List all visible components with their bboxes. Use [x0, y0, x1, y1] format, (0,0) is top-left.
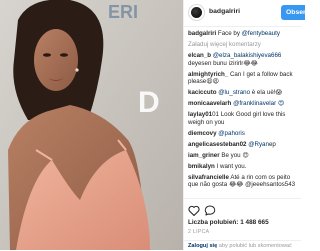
user-avatar[interactable] — [188, 4, 205, 21]
comment-user[interactable]: diemcovy — [188, 130, 217, 137]
comment-user[interactable]: kaciccuto — [188, 89, 217, 96]
comment: diemcovy @pahoris — [188, 130, 298, 138]
comment-user[interactable]: laylay01 — [188, 111, 212, 118]
comment-mention[interactable]: @franklinavelar 😍 — [233, 100, 284, 107]
svg-text:D: D — [138, 86, 160, 119]
comment-mention[interactable]: @pahoris — [218, 130, 245, 137]
comment-user[interactable]: elcan_b — [188, 52, 211, 59]
comment: laylay0101 Look Good girl love this weig… — [188, 111, 298, 126]
comment: iam_griner Be you 😍 — [188, 152, 298, 160]
comment-text: Be you 😍 — [219, 151, 249, 159]
comment-text: deyesen bunu izirirlr😂😂 — [188, 59, 258, 67]
comment: bmikalyn I want you. — [188, 163, 298, 171]
login-prompt: Zaloguj się aby polubić lub skomentować — [184, 240, 301, 251]
comment-text: è ela uè!😱 — [250, 89, 282, 97]
post-panel: badgalriri Obser badgalriri Face by @fen… — [183, 0, 305, 251]
follow-button[interactable]: Obser — [281, 5, 305, 20]
comment-user[interactable]: bmikalyn — [188, 163, 215, 170]
comment-user[interactable]: almightyrich_ — [188, 71, 228, 78]
login-link[interactable]: Zaloguj się — [188, 243, 217, 249]
comment-text: ep — [268, 140, 276, 148]
caption: badgalriri Face by @fentybeauty — [188, 30, 298, 38]
comments-list: badgalriri Face by @fentybeauty Załaduj … — [188, 30, 298, 192]
comment-user[interactable]: silvafrancielle — [188, 174, 229, 181]
load-more-comments[interactable]: Załaduj więcej komentarzy — [188, 41, 298, 49]
comment: monicaavelarh @franklinavelar 😍 — [188, 100, 298, 108]
comment-mention[interactable]: @Ryan — [248, 141, 269, 148]
comment-text: I want you. — [214, 162, 247, 170]
post-actions: Liczba polubień: 1 488 665 2 LIPCA — [184, 198, 301, 239]
comment-user[interactable]: angelicasesteban02 — [188, 141, 246, 148]
comment-mention[interactable]: @lu_strano — [218, 89, 250, 96]
post-photo[interactable]: ERI D — [0, 0, 183, 250]
login-prompt-text: aby polubić lub skomentować — [217, 243, 292, 249]
comment-user[interactable]: monicaavelarh — [188, 100, 231, 107]
comment: elcan_b @elza_balakishiyeva666 deyesen b… — [188, 52, 298, 67]
comment: kaciccuto @lu_strano è ela uè!😱 — [188, 89, 298, 97]
comment-mention[interactable]: @elza_balakishiyeva666 — [213, 52, 282, 59]
post-date: 2 LIPCA — [188, 229, 210, 235]
likes-count[interactable]: Liczba polubień: 1 488 665 — [188, 219, 269, 226]
caption-mention[interactable]: @fentybeauty — [242, 30, 280, 37]
comment: silvafrancielle Até a rin com os peito q… — [188, 174, 298, 189]
caption-text: Face by — [216, 30, 242, 37]
caption-user[interactable]: badgalriri — [188, 30, 216, 37]
svg-text:ERI: ERI — [108, 2, 138, 22]
post-header: badgalriri Obser — [184, 0, 305, 27]
comment: angelicasesteban02 @Ryanep — [188, 141, 298, 149]
comment-user[interactable]: iam_griner — [188, 152, 220, 159]
username[interactable]: badgalriri — [209, 8, 240, 15]
comment: almightyrich_ Can I get a follow back pl… — [188, 71, 298, 86]
